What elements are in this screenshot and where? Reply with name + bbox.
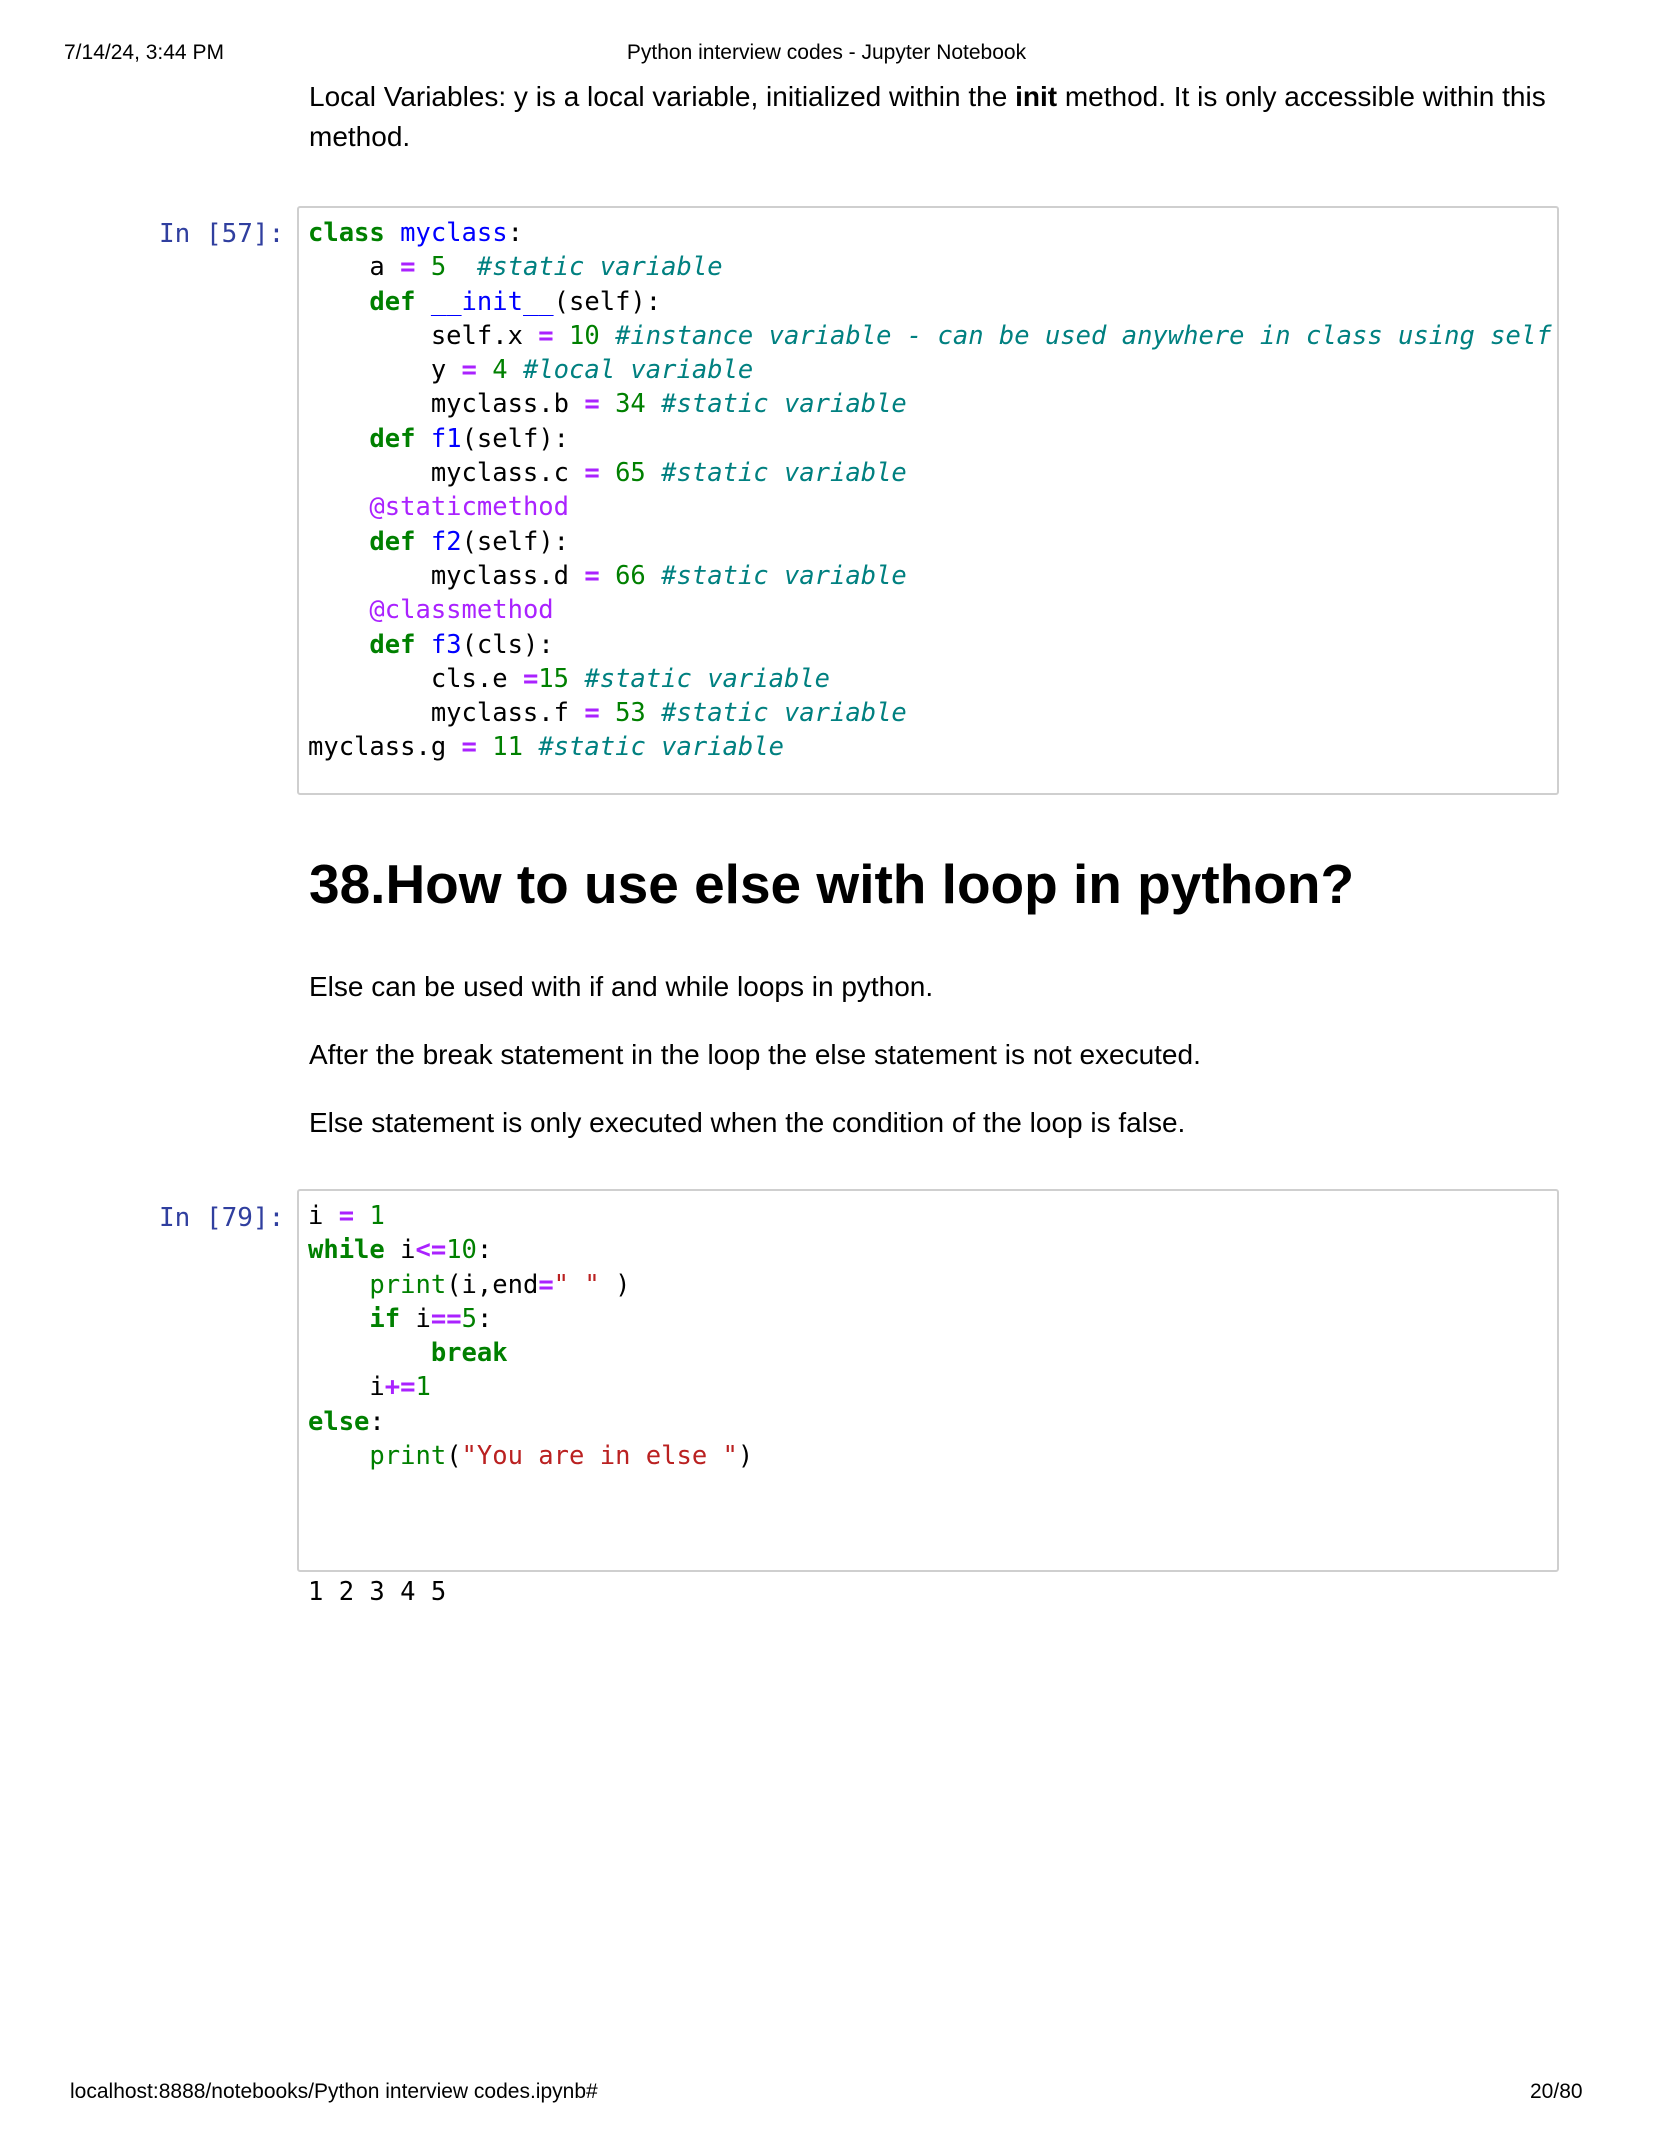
paragraph: Else can be used with if and while loops…: [309, 971, 934, 1002]
cell-output: 1 2 3 4 5: [308, 1577, 447, 1607]
code-input[interactable]: class myclass: a = 5 #static variable de…: [299, 208, 1557, 765]
init-bold-text: init: [1015, 81, 1058, 112]
code-line: if i==5:: [369, 1303, 493, 1334]
code-line: while i<=10:: [308, 1235, 493, 1266]
code-line: myclass.b = 34 #static variable: [308, 389, 907, 420]
code-line: def __init__(self):: [369, 286, 662, 317]
code-line: class myclass:: [308, 218, 523, 248]
code-line: myclass.d = 66 #static variable: [308, 560, 907, 591]
code-line: else:: [308, 1406, 385, 1437]
paragraph: After the break statement in the loop th…: [309, 1039, 1201, 1070]
markdown-cell-local-variables: Local Variables: y is a local variable, …: [309, 77, 1559, 157]
code-line: self.x = 10 #instance variable - can be …: [308, 320, 1552, 351]
code-line: i+=1: [308, 1372, 431, 1403]
local-variables-paragraph: Local Variables: y is a local variable, …: [309, 81, 1546, 152]
code-line: y = 4 #local variable: [308, 355, 754, 386]
code-line: myclass.g = 11 #static variable: [308, 732, 784, 763]
section-heading: 38.How to use else with loop in python?: [309, 853, 1355, 915]
code-line: def f3(cls):: [369, 629, 554, 660]
code-cell-while-else[interactable]: i = 1 while i<=10: print(i,end=" " ) if …: [297, 1189, 1559, 1572]
code-line: def f1(self):: [369, 423, 570, 454]
cell-prompt: In [79]:: [159, 1203, 285, 1233]
code-line: def f2(self):: [369, 526, 570, 557]
footer-url: localhost:8888/notebooks/Python intervie…: [70, 2080, 598, 2103]
page-number: 20/80: [1530, 2080, 1583, 2103]
document-title: Python interview codes - Jupyter Noteboo…: [626, 41, 1027, 64]
code-line: myclass.f = 53 #static variable: [308, 698, 907, 729]
paragraph: Else statement is only executed when the…: [309, 1107, 1186, 1138]
code-line: print(i,end=" " ): [369, 1269, 631, 1300]
cell-prompt: In [57]:: [159, 219, 285, 249]
code-line: break: [430, 1338, 508, 1369]
code-line: cls.e =15 #static variable: [308, 663, 831, 694]
code-line: a = 5 #static variable: [308, 252, 723, 283]
code-line: i = 1: [308, 1201, 385, 1231]
markdown-cell-else-loop: Else can be used with if and while loops…: [309, 967, 1559, 1143]
code-line: @classmethod: [369, 595, 554, 626]
code-cell-myclass[interactable]: class myclass: a = 5 #static variable de…: [297, 206, 1559, 795]
code-line: myclass.c = 65 #static variable: [308, 458, 907, 489]
code-input[interactable]: i = 1 while i<=10: print(i,end=" " ) if …: [299, 1191, 1557, 1473]
code-line: print("You are in else "): [369, 1441, 754, 1472]
code-line: @staticmethod: [369, 492, 570, 523]
